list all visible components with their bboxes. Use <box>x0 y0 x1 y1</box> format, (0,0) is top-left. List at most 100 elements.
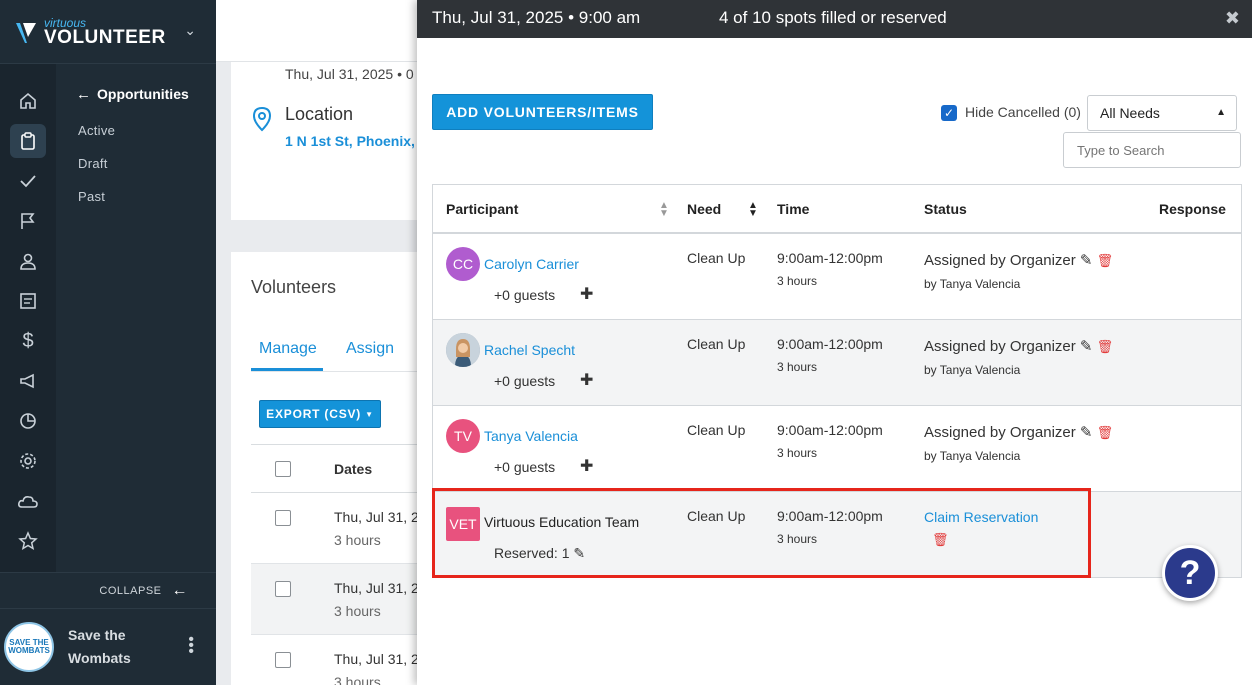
response-column-header[interactable]: Response <box>1159 201 1226 217</box>
select-all-checkbox[interactable] <box>275 461 291 477</box>
pie-chart-icon[interactable] <box>10 404 46 438</box>
tab-assign[interactable]: Assign <box>346 340 394 358</box>
caret-down-icon: ▼ <box>365 409 374 419</box>
location-address-link[interactable]: 1 N 1st St, Phoenix, A <box>285 133 428 149</box>
time-column-header[interactable]: Time <box>777 201 809 217</box>
time-value: 9:00am-12:00pm <box>777 422 883 438</box>
hide-cancelled-checkbox[interactable]: ✓ <box>941 105 957 121</box>
org-switcher[interactable]: SAVE THE WOMBATS Save the Wombats • • • <box>0 608 216 685</box>
form-icon[interactable] <box>10 284 46 318</box>
export-csv-button[interactable]: EXPORT (CSV) ▼ <box>259 400 381 428</box>
status-value: Assigned by Organizer ✎ 🗑 <box>924 337 1113 355</box>
chevron-down-icon[interactable]: ⌄ <box>184 22 196 39</box>
cloud-icon[interactable] <box>10 484 46 518</box>
add-guest-icon[interactable]: ✚ <box>580 456 593 476</box>
row-checkbox[interactable] <box>275 652 291 668</box>
participant-name-link[interactable]: Tanya Valencia <box>484 428 578 444</box>
flag-icon[interactable] <box>10 204 46 238</box>
megaphone-icon[interactable] <box>10 364 46 398</box>
collapse-sidebar-button[interactable]: COLLAPSE ← <box>0 572 216 608</box>
assigned-by: by Tanya Valencia <box>924 277 1021 291</box>
close-icon[interactable]: ✖ <box>1225 8 1240 29</box>
check-icon[interactable] <box>10 164 46 198</box>
claim-reservation-link[interactable]: Claim Reservation <box>924 509 1038 525</box>
star-icon[interactable] <box>10 524 46 558</box>
table-header: Participant ▲ ▼ Need ▲ ▼ Time Status Respo… <box>432 184 1242 234</box>
assigned-by: by Tanya Valencia <box>924 449 1021 463</box>
pencil-icon[interactable]: ✎ <box>1080 424 1093 441</box>
search-input[interactable] <box>1063 132 1241 168</box>
need-value: Clean Up <box>687 508 746 524</box>
brand-header[interactable]: virtuous VOLUNTEER ⌄ <box>0 0 216 64</box>
add-guest-icon[interactable]: ✚ <box>580 370 593 390</box>
more-vertical-icon[interactable]: • • • <box>188 632 194 660</box>
participant-name-link[interactable]: Carolyn Carrier <box>484 256 579 272</box>
row-hours: 3 hours <box>334 674 381 685</box>
row-hours: 3 hours <box>334 532 381 548</box>
needs-filter-select[interactable]: All Needs ▲▼ <box>1087 95 1237 152</box>
status-text: Assigned by Organizer <box>924 338 1076 355</box>
participant-column-header[interactable]: Participant <box>446 201 518 217</box>
avatar <box>446 333 480 367</box>
table-row[interactable]: TV Tanya Valencia +0 guests ✚ Clean Up 9… <box>432 406 1242 492</box>
help-button[interactable]: ? <box>1162 545 1218 601</box>
status-value: Assigned by Organizer ✎ 🗑 <box>924 423 1113 441</box>
pencil-icon[interactable]: ✎ <box>1080 252 1093 269</box>
person-photo-icon <box>446 333 480 367</box>
trash-icon[interactable]: 🗑 <box>932 532 949 548</box>
dates-column-header[interactable]: Dates <box>334 461 372 477</box>
table-row[interactable]: Rachel Specht +0 guests ✚ Clean Up 9:00a… <box>432 320 1242 406</box>
reserved-text: Reserved: 1 <box>494 545 570 561</box>
subnav-item-active[interactable]: Active <box>56 114 216 147</box>
status-text: Assigned by Organizer <box>924 424 1076 441</box>
dollar-icon[interactable]: $ <box>10 324 46 358</box>
row-checkbox[interactable] <box>275 581 291 597</box>
person-icon[interactable] <box>10 244 46 278</box>
row-checkbox[interactable] <box>275 510 291 526</box>
subnav-item-past[interactable]: Past <box>56 180 216 213</box>
shift-details-panel: Thu, Jul 31, 2025 • 9:00 am 4 of 10 spot… <box>417 0 1252 685</box>
sort-desc-icon[interactable]: ▲ ▼ <box>748 201 758 219</box>
clipboard-icon[interactable] <box>10 124 46 158</box>
status-value: Assigned by Organizer ✎ 🗑 <box>924 251 1113 269</box>
table-row[interactable]: Thu, Jul 31, 2 3 hours <box>251 493 431 564</box>
home-icon[interactable] <box>10 84 46 118</box>
dates-table: Dates Thu, Jul 31, 2 3 hours Thu, Jul 31… <box>251 444 431 685</box>
status-text: Assigned by Organizer <box>924 252 1076 269</box>
tabs-divider <box>251 371 431 372</box>
need-column-header[interactable]: Need <box>687 201 721 217</box>
table-row[interactable]: VET Virtuous Education Team Reserved: 1 … <box>432 492 1242 578</box>
guests-count: +0 guests <box>494 459 556 475</box>
tab-manage[interactable]: Manage <box>259 340 317 358</box>
trash-icon[interactable]: 🗑 <box>1097 253 1114 268</box>
arrow-left-icon: ← <box>76 85 91 103</box>
row-date: Thu, Jul 31, 2 <box>334 509 419 525</box>
sort-icon[interactable]: ▲ ▼ <box>659 201 669 219</box>
guests-count: +0 guests <box>494 287 556 303</box>
table-row[interactable]: CC Carolyn Carrier +0 guests ✚ Clean Up … <box>432 234 1242 320</box>
subnav-item-draft[interactable]: Draft <box>56 147 216 180</box>
subnav-back-link[interactable]: ← Opportunities <box>56 84 216 104</box>
org-name: Save the Wombats <box>68 627 131 666</box>
panel-header: Thu, Jul 31, 2025 • 9:00 am 4 of 10 spot… <box>417 0 1252 38</box>
participant-name-link[interactable]: Rachel Specht <box>484 342 575 358</box>
pencil-icon[interactable]: ✎ <box>1080 338 1093 355</box>
table-row[interactable]: Thu, Jul 31, 2 3 hours <box>251 564 431 635</box>
participant-name: Virtuous Education Team <box>484 514 640 530</box>
trash-icon[interactable]: 🗑 <box>1097 425 1114 440</box>
add-guest-icon[interactable]: ✚ <box>580 284 593 304</box>
pencil-icon[interactable]: ✎ <box>573 545 585 561</box>
icon-rail: $ <box>0 64 56 572</box>
trash-icon[interactable]: 🗑 <box>1097 339 1114 354</box>
gear-icon[interactable] <box>10 444 46 478</box>
add-volunteers-button[interactable]: ADD VOLUNTEERS/ITEMS <box>432 94 653 130</box>
opportunity-date: Thu, Jul 31, 2025 • 0 <box>285 66 414 82</box>
time-value: 9:00am-12:00pm <box>777 336 883 352</box>
hide-cancelled-label[interactable]: Hide Cancelled (0) <box>965 104 1081 120</box>
time-value: 9:00am-12:00pm <box>777 250 883 266</box>
row-date: Thu, Jul 31, 2 <box>334 651 419 667</box>
status-column-header[interactable]: Status <box>924 201 967 217</box>
need-value: Clean Up <box>687 336 746 352</box>
table-row[interactable]: Thu, Jul 31, 2 3 hours <box>251 635 431 685</box>
spots-summary: 4 of 10 spots filled or reserved <box>719 8 947 27</box>
